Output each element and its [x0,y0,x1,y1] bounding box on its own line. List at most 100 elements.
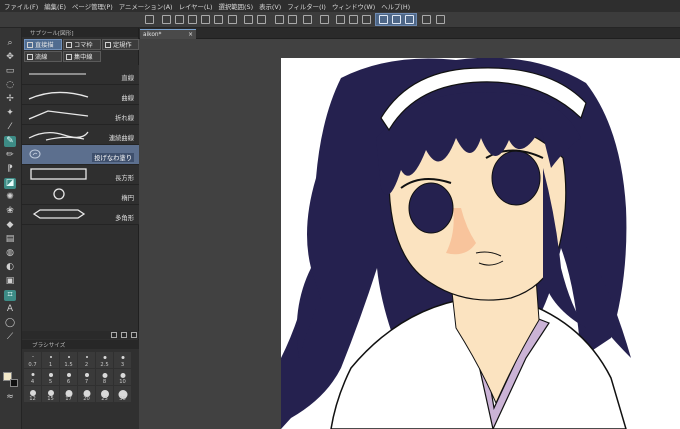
brush-size-cell[interactable]: 15 [42,386,59,402]
menu-help[interactable]: ヘルプ(H) [381,2,410,11]
brush-size-cell[interactable]: 2.5 [96,352,113,368]
brush-size-cell[interactable]: 6 [60,369,77,385]
brush-size-cell[interactable]: 3 [114,352,131,368]
snap-guide-icon[interactable] [392,15,401,24]
figure-tool-icon[interactable]: ◪ [4,178,16,189]
move-tool-icon[interactable]: ✥ [4,52,16,63]
brush-size-cell[interactable]: 1.5 [60,352,77,368]
export-icon[interactable] [201,15,210,24]
delete-subtool-icon[interactable] [131,332,137,338]
brush-size-cell[interactable]: 12 [24,386,41,402]
brush-size-cell[interactable]: 5 [42,369,59,385]
brush-size-cell[interactable]: 10 [114,369,131,385]
settings-icon[interactable] [436,15,445,24]
menu-window[interactable]: ウィンドウ(W) [332,2,375,11]
decoration-icon[interactable]: ❀ [4,206,16,217]
deselect-icon[interactable] [336,15,345,24]
menu-filter[interactable]: フィルター(I) [287,2,326,11]
menu-view[interactable]: 表示(V) [259,2,281,11]
fill-icon[interactable] [288,15,297,24]
menu-selection[interactable]: 選択範囲(S) [218,2,253,11]
copy-subtool-icon[interactable] [121,332,127,338]
brush-size-cell[interactable]: 0.7 [24,352,41,368]
group-flow-line[interactable]: 流線 [24,51,62,62]
transparent-color-icon[interactable]: ≈ [4,392,16,403]
brush-size-dot [84,373,89,377]
menu-file[interactable]: ファイル(F) [4,2,38,11]
open-folder-icon[interactable] [175,15,184,24]
brush-size-cell[interactable]: 4 [24,369,41,385]
balloon-icon[interactable]: ◯ [4,318,16,329]
brush-size-cell[interactable]: 8 [96,369,113,385]
menu-animation[interactable]: アニメーション(A) [119,2,173,11]
brush-size-cell[interactable]: 1 [42,352,59,368]
redo-icon[interactable] [257,15,266,24]
show-selection-icon[interactable] [362,15,371,24]
close-tab-icon[interactable]: × [188,32,193,38]
transform-icon[interactable] [303,15,312,24]
magic-wand-icon[interactable]: ✦ [4,108,16,119]
invert-selection-icon[interactable] [349,15,358,24]
eyedropper-icon[interactable]: ⁄ [4,122,16,133]
group-ruler[interactable]: 定規作 [102,39,139,50]
document-tab[interactable]: aikon* × [140,29,196,39]
pencil-tool-icon[interactable]: ✏ [4,150,16,161]
print-icon[interactable] [214,15,223,24]
copy-icon[interactable] [228,15,237,24]
gradient-icon[interactable]: ▤ [4,234,16,245]
zoom-tool-icon[interactable]: ⌕ [4,38,16,49]
lasso-tool-icon[interactable]: ◌ [4,80,16,91]
left-eye [408,182,454,234]
group-focus-line[interactable]: 集中線 [63,51,101,62]
eraser-icon[interactable]: ◆ [4,220,16,231]
subtool-rectangle[interactable]: 長方形 [22,165,139,185]
shape-ruler-icon[interactable]: ⌗ [4,290,16,301]
correct-line-icon[interactable]: ⟋ [4,332,16,343]
subtool-continuous-curve[interactable]: 連続曲線 [22,125,139,145]
airbrush-icon[interactable]: ✺ [4,192,16,203]
subtool-polygon[interactable]: 多角形 [22,205,139,225]
brush-size-label: 8 [102,379,107,385]
fill-bucket-icon[interactable]: ◍ [4,248,16,259]
save-icon[interactable] [188,15,197,24]
group-frame[interactable]: コマ枠 [63,39,101,50]
subtool-polyline[interactable]: 折れ線 [22,105,139,125]
sub-color-swatch[interactable] [10,379,18,387]
cup-icon[interactable] [422,15,431,24]
undo-icon[interactable] [244,15,253,24]
subtool-ellipse[interactable]: 楕円 [22,185,139,205]
menu-page[interactable]: ページ管理(P) [72,2,113,11]
clear-icon[interactable] [275,15,284,24]
group-direct-draw[interactable]: 直接描 [24,39,62,50]
menu-layer[interactable]: レイヤー(L) [179,2,213,11]
brush-size-label: 0.7 [28,362,37,368]
brush-size-title: ブラシサイズ [32,342,66,349]
operation-tool-icon[interactable]: ✢ [4,94,16,105]
brush-size-label: 3 [120,362,125,368]
brush-size-cell[interactable]: 20 [78,386,95,402]
canvas-workspace[interactable] [139,39,680,429]
new-file-icon[interactable] [162,15,171,24]
brush-size-cell[interactable]: 2 [78,352,95,368]
brush-size-cell[interactable]: 7 [78,369,95,385]
brush-tool-icon[interactable]: ⁋ [4,164,16,175]
select-tool-icon[interactable]: ▭ [4,66,16,77]
snap-ruler-icon[interactable] [379,15,388,24]
blend-icon[interactable]: ◐ [4,262,16,273]
menu-edit[interactable]: 編集(E) [44,2,66,11]
subtool-curve[interactable]: 曲線 [22,85,139,105]
brush-size-label: 2.5 [100,362,109,368]
select-all-icon[interactable] [320,15,329,24]
text-tool-icon[interactable]: A [4,304,16,315]
frame-icon[interactable]: ▣ [4,276,16,287]
home-icon[interactable] [145,15,154,24]
pen-tool-icon[interactable]: ✎ [4,136,16,147]
canvas-sheet[interactable] [281,58,680,429]
brush-size-cell[interactable]: 30 [114,386,131,402]
subtool-lasso-fill[interactable]: 投げなわ塗り [22,145,139,165]
brush-size-cell[interactable]: 17 [60,386,77,402]
subtool-straight-line[interactable]: 直線 [22,65,139,85]
subtool-settings-icon[interactable] [111,332,117,338]
brush-size-cell[interactable]: 25 [96,386,113,402]
snap-grid-icon[interactable] [405,15,414,24]
